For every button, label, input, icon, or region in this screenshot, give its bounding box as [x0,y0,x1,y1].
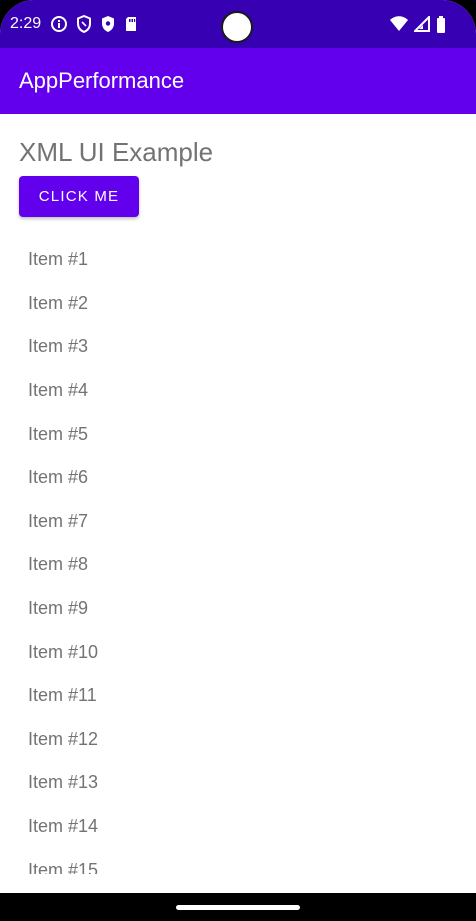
list-item[interactable]: Item #11 [0,674,476,718]
list-item[interactable]: Item #13 [0,761,476,805]
home-indicator[interactable] [176,905,300,910]
item-list[interactable]: Item #1 Item #2 Item #3 Item #4 Item #5 … [0,238,476,874]
list-item[interactable]: Item #12 [0,718,476,762]
list-item[interactable]: Item #7 [0,500,476,544]
list-item[interactable]: Item #9 [0,587,476,631]
list-item[interactable]: Item #4 [0,369,476,413]
screen: 2:29 AppPerformance XML UI Example CLICK… [0,0,476,893]
info-icon [50,15,68,33]
page-heading: XML UI Example [19,137,214,167]
list-item[interactable]: Item #10 [0,630,476,674]
device-frame: 2:29 AppPerformance XML UI Example CLICK… [0,0,476,921]
status-icons-left [50,14,138,34]
list-item[interactable]: Item #2 [0,282,476,326]
camera-cutout [221,11,253,43]
signal-icon [414,16,430,32]
list-item[interactable]: Item #1 [0,238,476,282]
battery-icon [436,15,446,33]
list-item[interactable]: Item #8 [0,543,476,587]
wifi-icon [390,16,408,32]
status-time: 2:29 [10,15,42,32]
list-item[interactable]: Item #14 [0,805,476,849]
sd-card-icon [124,16,138,32]
list-item[interactable]: Item #15 [0,848,476,874]
shield-outline-icon [76,15,92,33]
list-item[interactable]: Item #3 [0,325,476,369]
shield-filled-icon [100,15,116,33]
status-icons-right [390,14,446,34]
app-title: AppPerformance [19,68,185,93]
status-bar: 2:29 [0,0,476,48]
list-item[interactable]: Item #5 [0,412,476,456]
click-me-button[interactable]: CLICK ME [19,176,139,217]
list-item[interactable]: Item #6 [0,456,476,500]
